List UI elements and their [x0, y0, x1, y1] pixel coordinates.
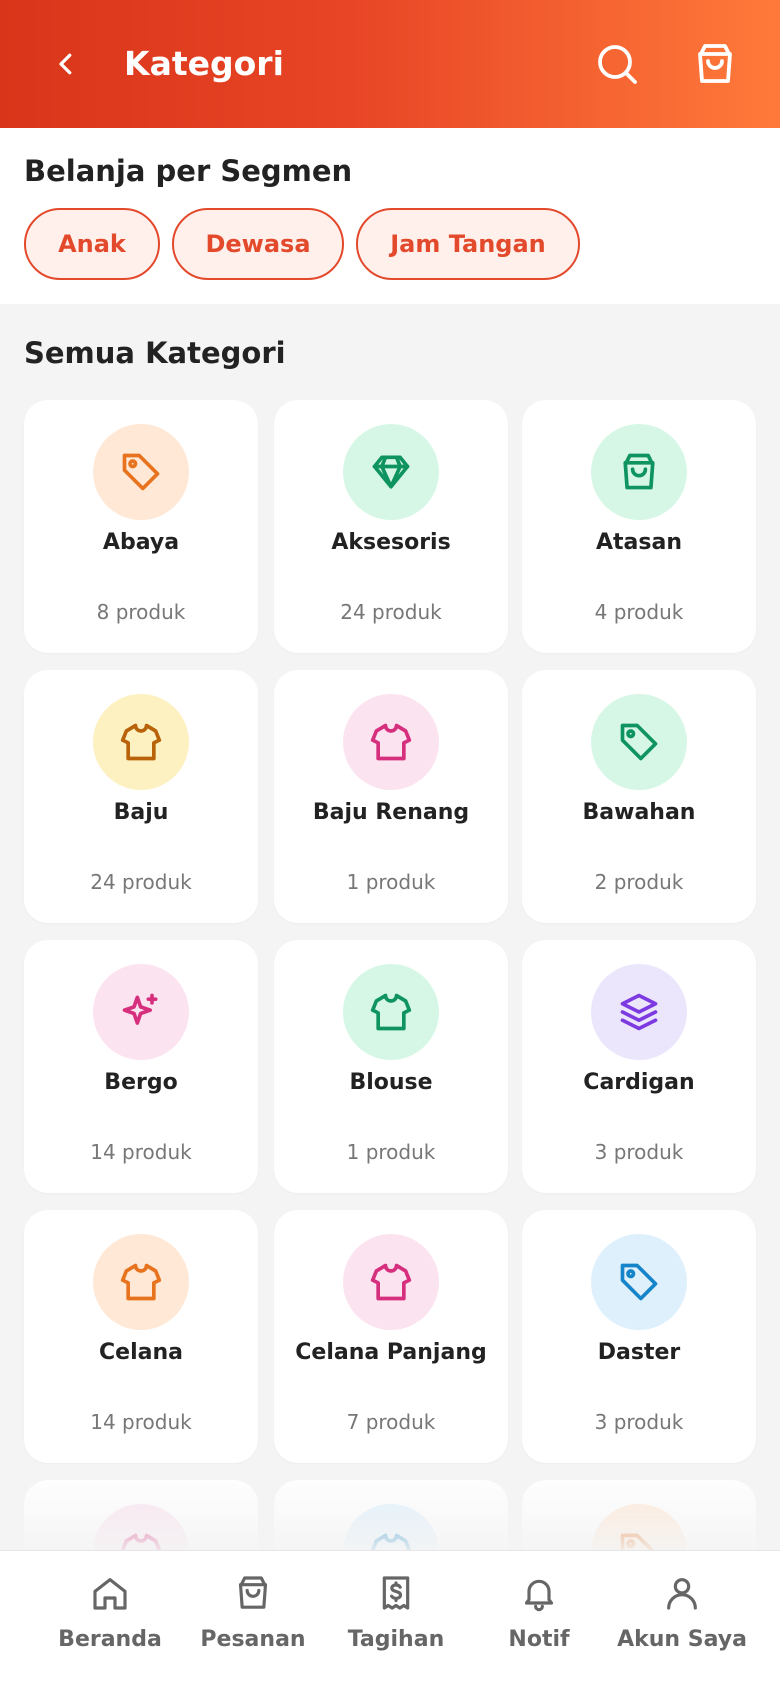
category-card[interactable]: Daster 3 produk — [522, 1210, 756, 1463]
segment-section: Belanja per Segmen Anak Dewasa Jam Tanga… — [0, 128, 780, 304]
category-name: Bergo — [104, 1070, 178, 1095]
page-title: Kategori — [124, 44, 284, 83]
category-count: 7 produk — [346, 1410, 436, 1434]
category-count: 24 produk — [340, 600, 442, 624]
back-arrow-icon — [59, 53, 72, 75]
category-count: 1 produk — [346, 1140, 436, 1164]
shirt-icon — [120, 1263, 162, 1301]
chip-jam-tangan[interactable]: Jam Tangan — [356, 208, 580, 280]
category-count: 8 produk — [96, 600, 186, 624]
shirt-icon — [370, 1263, 412, 1301]
shirt-icon — [370, 723, 412, 761]
category-card[interactable]: Abaya 8 produk — [24, 400, 258, 653]
category-icon-badge — [591, 424, 687, 520]
shirt-icon — [120, 723, 162, 761]
sparkles-icon — [122, 993, 158, 1025]
back-button[interactable] — [44, 42, 88, 86]
category-icon-badge — [591, 694, 687, 790]
category-icon-badge — [93, 964, 189, 1060]
nav-label: Notif — [508, 1627, 570, 1652]
receipt-icon — [382, 1576, 410, 1610]
app-header: Kategori — [0, 0, 780, 128]
category-name: Celana Panjang — [295, 1340, 487, 1365]
shopping-bag-icon — [698, 44, 732, 83]
category-icon-badge — [343, 1234, 439, 1330]
category-name: Blouse — [349, 1070, 433, 1095]
user-icon — [667, 1578, 697, 1610]
category-icon-badge — [93, 694, 189, 790]
diamond-icon — [372, 455, 410, 489]
nav-item-notif[interactable]: Notif — [461, 1571, 617, 1671]
layers-icon — [620, 993, 658, 1031]
all-categories-title: Semua Kategori — [24, 336, 286, 370]
category-count: 24 produk — [90, 870, 192, 894]
tag-icon — [620, 1263, 658, 1301]
category-name: Celana — [99, 1340, 183, 1365]
category-card[interactable]: Aksesoris 24 produk — [274, 400, 508, 653]
category-name: Baju Renang — [312, 800, 470, 825]
category-count: 1 produk — [346, 870, 436, 894]
bottom-nav: Beranda Pesanan Tagihan Notif Akun Saya — [0, 1550, 780, 1688]
category-card[interactable]: Bergo 14 produk — [24, 940, 258, 1193]
nav-item-tagihan[interactable]: Tagihan — [318, 1571, 474, 1671]
nav-icon — [90, 1573, 130, 1613]
shopping-bag-icon — [238, 1576, 268, 1609]
category-card[interactable]: Cardigan 3 produk — [522, 940, 756, 1193]
category-name: Aksesoris — [331, 530, 451, 555]
nav-item-pesanan[interactable]: Pesanan — [175, 1571, 331, 1671]
home-icon — [93, 1578, 127, 1610]
nav-item-beranda[interactable]: Beranda — [32, 1571, 188, 1671]
tag-icon — [122, 453, 160, 491]
category-count: 3 produk — [594, 1140, 684, 1164]
cart-button[interactable] — [691, 40, 739, 88]
category-count: 14 produk — [90, 1140, 192, 1164]
category-card[interactable]: Celana 14 produk — [24, 1210, 258, 1463]
search-icon — [598, 45, 637, 84]
category-card[interactable]: Baju Renang 1 produk — [274, 670, 508, 923]
chip-dewasa[interactable]: Dewasa — [172, 208, 344, 280]
category-count: 3 produk — [594, 1410, 684, 1434]
nav-label: Pesanan — [200, 1627, 306, 1652]
category-card[interactable]: Bawahan 2 produk — [522, 670, 756, 923]
nav-icon — [662, 1573, 702, 1613]
category-card[interactable]: Baju 24 produk — [24, 670, 258, 923]
nav-label: Tagihan — [347, 1627, 445, 1652]
shirt-icon — [370, 993, 412, 1031]
category-icon-badge — [591, 1234, 687, 1330]
tag-icon — [620, 723, 658, 761]
segment-title: Belanja per Segmen — [24, 154, 353, 188]
nav-icon — [233, 1573, 273, 1613]
category-icon-badge — [343, 694, 439, 790]
category-name: Daster — [597, 1340, 681, 1365]
nav-label: Akun Saya — [617, 1627, 747, 1652]
nav-icon — [376, 1573, 416, 1613]
nav-icon — [519, 1573, 559, 1613]
category-card[interactable]: Blouse 1 produk — [274, 940, 508, 1193]
category-count: 14 produk — [90, 1410, 192, 1434]
category-icon-badge — [93, 424, 189, 520]
category-card[interactable]: Celana Panjang 7 produk — [274, 1210, 508, 1463]
category-icon-badge — [343, 424, 439, 520]
category-icon-badge — [591, 964, 687, 1060]
nav-item-akun-saya[interactable]: Akun Saya — [604, 1571, 760, 1671]
search-button[interactable] — [593, 40, 641, 88]
nav-label: Beranda — [58, 1627, 162, 1652]
category-count: 2 produk — [594, 870, 684, 894]
category-icon-badge — [93, 1234, 189, 1330]
category-name: Bawahan — [582, 800, 696, 825]
category-name: Baju — [113, 800, 169, 825]
shopping-bag-icon — [623, 453, 655, 490]
scroll-fade — [0, 1470, 780, 1550]
category-count: 4 produk — [594, 600, 684, 624]
category-name: Cardigan — [583, 1070, 695, 1095]
bell-icon — [524, 1579, 554, 1612]
category-name: Abaya — [102, 530, 180, 555]
category-icon-badge — [343, 964, 439, 1060]
category-card[interactable]: Atasan 4 produk — [522, 400, 756, 653]
category-name: Atasan — [596, 530, 682, 555]
chip-anak[interactable]: Anak — [24, 208, 160, 280]
